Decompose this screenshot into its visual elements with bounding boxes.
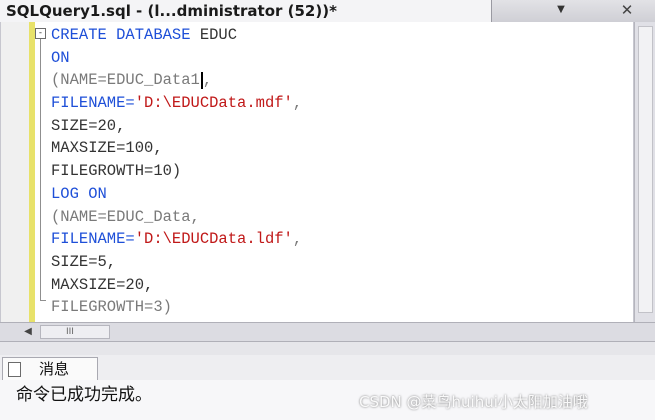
code-token: FILENAME= — [51, 230, 135, 249]
messages-icon — [8, 362, 21, 377]
editor-gutter — [1, 22, 31, 322]
results-tab-bar: 消息 — [0, 355, 655, 381]
code-token: SIZE=5, — [51, 252, 117, 271]
query-tab[interactable]: SQLQuery1.sql - (l...dministrator (52))* — [0, 0, 492, 22]
horizontal-scrollbar-thumb[interactable]: III — [40, 325, 110, 339]
code-token: FILENAME= — [51, 94, 135, 113]
code-area[interactable]: CREATE DATABASE EDUC ON (NAME=EDUC_Data1, F… — [51, 24, 302, 319]
code-token: FILEGROWTH=3) — [51, 298, 172, 317]
code-token: MAXSIZE=20, — [51, 275, 154, 294]
code-token: 'D:\EDUCData.ldf' — [134, 230, 293, 249]
code-token: MAXSIZE=100, — [51, 139, 163, 158]
horizontal-scrollbar[interactable]: ◀ III — [0, 322, 655, 342]
code-token: (NAME=EDUC_Data, — [51, 207, 200, 226]
code-token: , — [202, 71, 213, 90]
outline-line — [40, 36, 41, 300]
code-line[interactable]: LOG ON — [51, 183, 302, 206]
messages-tab[interactable]: 消息 — [2, 357, 98, 380]
close-tab-icon[interactable]: ✕ — [618, 1, 636, 19]
code-token: ON — [51, 48, 70, 67]
code-token: SIZE=20, — [51, 116, 126, 135]
code-line[interactable]: MAXSIZE=100, — [51, 137, 302, 160]
vertical-scrollbar[interactable] — [634, 22, 655, 322]
pane-splitter[interactable] — [0, 342, 655, 355]
code-line[interactable]: SIZE=5, — [51, 251, 302, 274]
code-line[interactable]: FILENAME='D:\EDUCData.mdf', — [51, 92, 302, 115]
code-line[interactable]: CREATE DATABASE EDUC — [51, 24, 302, 47]
code-line[interactable]: (NAME=EDUC_Data1, — [51, 69, 302, 92]
code-line[interactable]: FILENAME='D:\EDUCData.ldf', — [51, 228, 302, 251]
change-tracking-bar — [29, 22, 35, 322]
message-text: 命令已成功完成。 — [16, 385, 152, 405]
vertical-scrollbar-thumb[interactable] — [638, 26, 653, 313]
watermark: CSDN @菜鸟huihui小太阳加油哦 — [359, 393, 588, 411]
code-token: FILEGROWTH=10) — [51, 162, 182, 181]
code-token: EDUC — [199, 26, 238, 44]
code-line[interactable]: (NAME=EDUC_Data, — [51, 206, 302, 229]
code-line[interactable]: SIZE=20, — [51, 115, 302, 138]
code-token: , — [292, 94, 303, 113]
code-token: (NAME=EDUC_Data1 — [51, 71, 200, 90]
messages-tab-label: 消息 — [39, 360, 70, 378]
collapse-region-icon[interactable]: - — [35, 28, 46, 39]
code-line[interactable]: FILEGROWTH=3) — [51, 296, 302, 319]
code-token: LOG ON — [51, 184, 107, 203]
outline-end — [40, 300, 46, 301]
sql-editor[interactable]: - CREATE DATABASE EDUC ON (NAME=EDUC_Data1… — [0, 22, 634, 322]
document-tab-strip: SQLQuery1.sql - (l...dministrator (52))*… — [0, 0, 655, 23]
tab-list-dropdown-icon[interactable]: ▼ — [553, 3, 569, 17]
code-token: 'D:\EDUCData.mdf' — [134, 94, 293, 113]
code-line[interactable]: FILEGROWTH=10) — [51, 160, 302, 183]
code-line[interactable]: MAXSIZE=20, — [51, 274, 302, 297]
scroll-grip-icon: III — [66, 327, 74, 337]
code-line[interactable]: ON — [51, 47, 302, 70]
code-token: , — [292, 230, 303, 249]
code-token: CREATE DATABASE — [51, 26, 200, 44]
query-tab-title: SQLQuery1.sql - (l...dministrator (52))* — [6, 2, 337, 20]
scroll-left-icon[interactable]: ◀ — [20, 325, 36, 339]
